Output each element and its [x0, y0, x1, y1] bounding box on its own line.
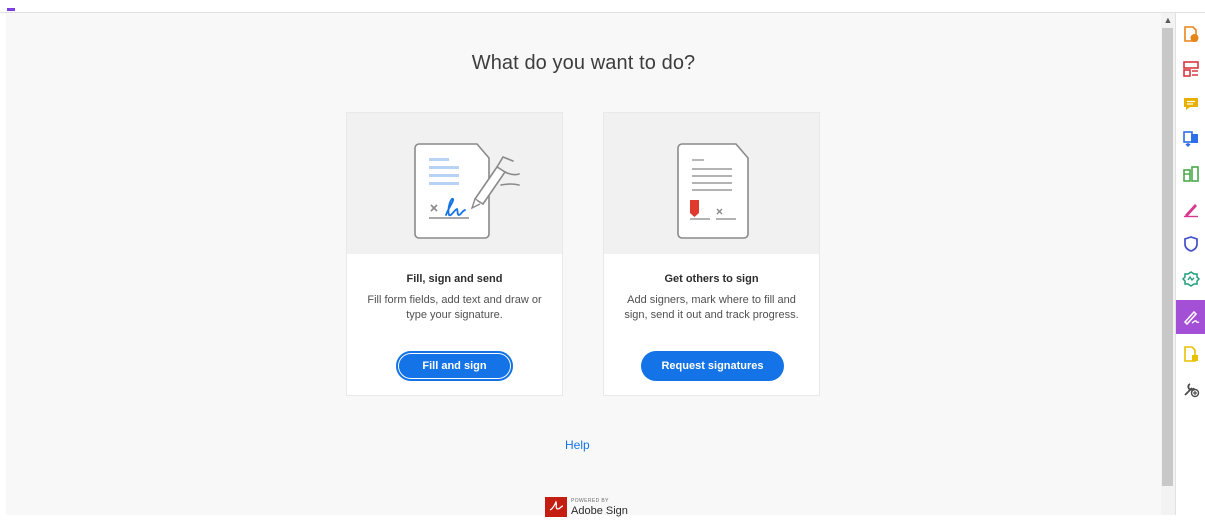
- card-description: Add signers, mark where to fill and sign…: [624, 294, 799, 321]
- protect-icon: [1184, 236, 1198, 252]
- vertical-scrollbar[interactable]: ▲: [1161, 13, 1175, 515]
- comment-icon: [1184, 98, 1198, 110]
- request-signatures-illustration: [604, 113, 819, 254]
- combine-files-icon: [1183, 131, 1198, 148]
- tool-comment[interactable]: [1176, 87, 1205, 121]
- tool-compare[interactable]: [1176, 262, 1205, 296]
- tool-more-tools[interactable]: [1176, 372, 1205, 406]
- compare-icon: [1182, 271, 1200, 287]
- fill-sign-illustration: [347, 113, 562, 254]
- tool-edit-pdf[interactable]: [1176, 157, 1205, 191]
- card-description: Fill form fields, add text and draw or t…: [367, 294, 542, 321]
- tool-organize-pages[interactable]: [1176, 52, 1205, 86]
- export-pdf-icon: [1184, 26, 1199, 42]
- fill-sign-icon: [1184, 204, 1198, 218]
- adobe-sign-icon: [545, 497, 567, 517]
- request-signatures-card: Get others to sign Add signers, mark whe…: [603, 112, 820, 396]
- document-signature-icon: [677, 143, 749, 239]
- top-accent-bar: [7, 8, 15, 11]
- help-link[interactable]: Help: [565, 438, 590, 452]
- tool-prepare-form[interactable]: [1176, 337, 1205, 371]
- fill-and-sign-button[interactable]: Fill and sign: [396, 351, 513, 381]
- main-content: What do you want to do? Fill, sign and s…: [6, 13, 1161, 517]
- adobe-sign-brand: Adobe Sign: [571, 505, 628, 517]
- tool-fill-sign[interactable]: [1176, 192, 1205, 226]
- scroll-thumb[interactable]: [1162, 28, 1173, 486]
- tools-panel: [1175, 13, 1205, 515]
- fill-sign-card: Fill, sign and send Fill form fields, ad…: [346, 112, 563, 396]
- tool-combine-files[interactable]: [1176, 122, 1205, 156]
- page-title: What do you want to do?: [471, 52, 696, 74]
- document-pen-icon: [414, 143, 520, 239]
- card-title: Get others to sign: [664, 273, 759, 285]
- organize-pages-icon: [1183, 61, 1199, 77]
- prepare-form-icon: [1184, 346, 1198, 362]
- tool-export-pdf[interactable]: [1176, 17, 1205, 51]
- edit-pdf-icon: [1183, 166, 1199, 182]
- tool-request-signatures[interactable]: [1176, 300, 1205, 334]
- tool-protect[interactable]: [1176, 227, 1205, 261]
- request-signatures-button[interactable]: Request signatures: [641, 351, 784, 381]
- card-title: Fill, sign and send: [406, 273, 503, 285]
- more-tools-icon: [1184, 383, 1200, 398]
- scroll-up-arrow-icon[interactable]: ▲: [1161, 13, 1175, 27]
- powered-by-label: POWERED BY: [571, 498, 609, 504]
- request-signatures-icon: [1183, 310, 1200, 326]
